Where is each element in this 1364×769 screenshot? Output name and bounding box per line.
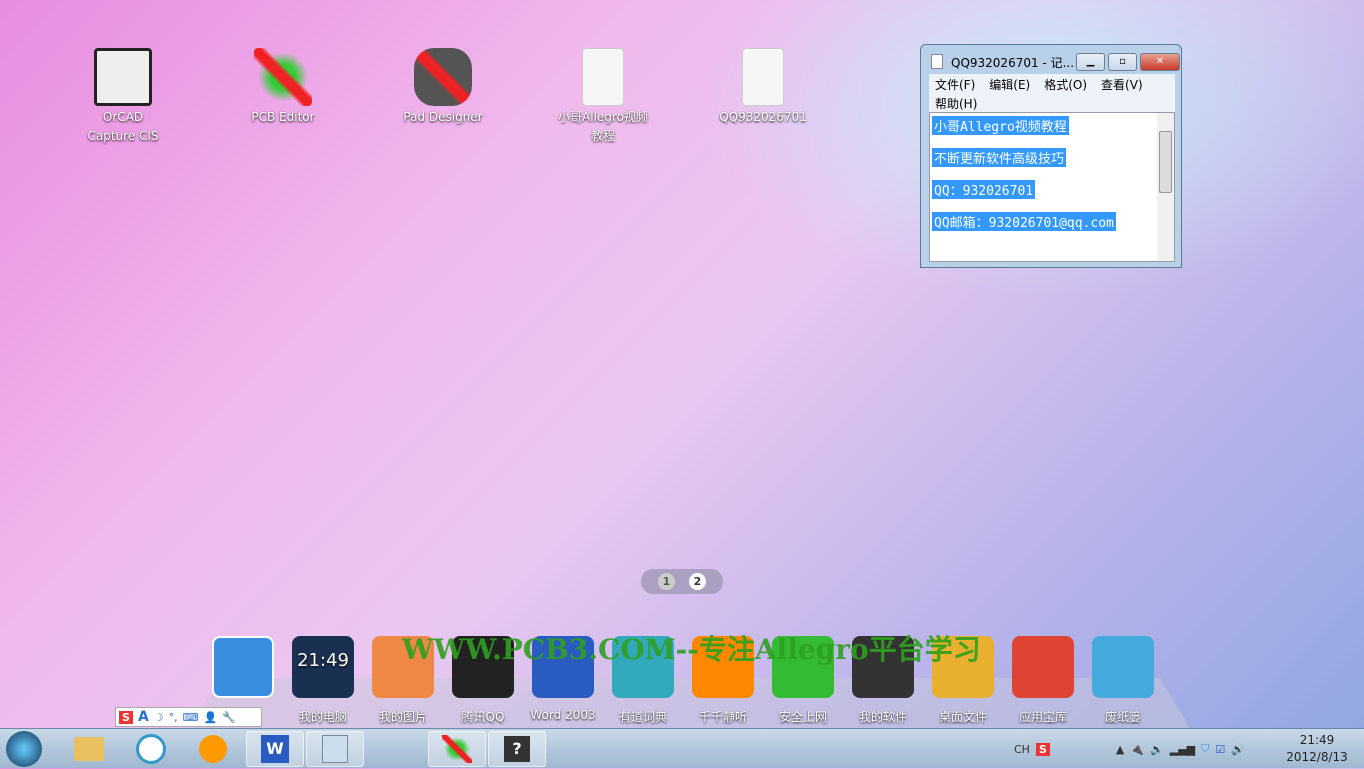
pcb-editor-icon xyxy=(442,735,472,763)
user-icon[interactable]: 👤 xyxy=(204,711,218,724)
taskbar-music-player[interactable] xyxy=(184,731,242,767)
dock-item[interactable]: 废纸篓 xyxy=(1085,636,1161,725)
vertical-scrollbar[interactable] xyxy=(1157,113,1174,261)
minimize-button[interactable]: ▁ xyxy=(1076,53,1105,71)
notepad-icon xyxy=(931,54,943,69)
menu-view[interactable]: 查看(V) xyxy=(1101,78,1143,92)
desktop-icon-pcb-editor[interactable]: PCB Editor xyxy=(238,48,328,127)
keyboard-icon[interactable]: ⌨ xyxy=(183,711,199,724)
menu-file[interactable]: 文件(F) xyxy=(935,78,975,92)
desktop-icon-orcad[interactable]: OrCAD Capture CIS xyxy=(78,48,168,146)
taskbar-explorer[interactable] xyxy=(60,731,118,767)
taskbar-word[interactable]: W xyxy=(246,731,304,767)
security-icon[interactable]: ☑ xyxy=(1215,743,1225,756)
dock-item-label: 有道词典 xyxy=(618,710,667,724)
desktop-icon-video-tutorial[interactable]: 小哥Allegro视频教程 xyxy=(558,48,648,146)
power-icon[interactable]: 🔌 xyxy=(1130,743,1144,756)
browser-icon xyxy=(136,734,166,764)
speaker-icon[interactable]: 🔊 xyxy=(1231,743,1245,756)
pcb-editor-icon xyxy=(254,48,312,106)
page-dot-1[interactable]: 1 xyxy=(658,573,675,590)
window-title: QQ932026701 - 记... xyxy=(951,56,1075,70)
taskbar: W ? CH S ▲ 🔌 🔈 ▂▄▆ ⛉ ☑ 🔊 21:49 2012/8/13 xyxy=(0,728,1364,768)
pad-designer-icon xyxy=(414,48,472,106)
text-line: 不断更新软件高级技巧 xyxy=(932,148,1067,167)
user-icon xyxy=(212,636,274,698)
sogou-icon[interactable]: S xyxy=(119,710,133,724)
text-area[interactable]: 小哥Allegro视频教程 不断更新软件高级技巧 QQ：932026701 QQ… xyxy=(929,112,1175,262)
scrollbar-thumb[interactable] xyxy=(1159,131,1172,193)
close-button[interactable]: ✕ xyxy=(1140,53,1180,71)
ime-toolbar[interactable]: S A ☽ °, ⌨ 👤 🔧 xyxy=(115,707,262,727)
text-file-icon xyxy=(742,48,784,106)
page-dot-2[interactable]: 2 xyxy=(689,573,706,590)
dock-item-label: 安全上网 xyxy=(778,710,827,724)
text-line: QQ：932026701 xyxy=(932,180,1036,199)
dock-item-label: 腾讯QQ xyxy=(461,710,505,724)
notepad-icon xyxy=(322,735,348,763)
dock-item-label: 应用宝库 xyxy=(1018,710,1067,724)
desktop-icon-pad-designer[interactable]: Pad Designer xyxy=(398,48,488,127)
text-line: QQ邮箱：932026701@qq.com xyxy=(932,212,1116,231)
text-line: 小哥Allegro视频教程 xyxy=(932,116,1069,135)
punctuation-icon[interactable]: °, xyxy=(169,711,178,724)
notepad-window[interactable]: QQ932026701 - 记... ▁ ▫ ✕ 文件(F) 编辑(E) 格式(O)… xyxy=(920,44,1182,268)
dock-item-label: 废纸篓 xyxy=(1104,710,1141,724)
dock-item-label: 桌面文件 xyxy=(938,710,987,724)
monitor-clock-icon: 21:49 xyxy=(292,636,354,698)
orcad-icon xyxy=(94,48,152,106)
menu-help[interactable]: 帮助(H) xyxy=(935,97,977,111)
dock-item-label: 我的图片 xyxy=(378,710,427,724)
maximize-button[interactable]: ▫ xyxy=(1108,53,1137,71)
menu-bar: 文件(F) 编辑(E) 格式(O) 查看(V) 帮助(H) xyxy=(929,74,1175,112)
menu-edit[interactable]: 编辑(E) xyxy=(989,78,1030,92)
page-indicator: 1 2 xyxy=(641,569,723,594)
menu-format[interactable]: 格式(O) xyxy=(1044,78,1087,92)
english-mode-icon[interactable]: A xyxy=(138,709,149,725)
taskbar-pcb-editor[interactable] xyxy=(428,731,486,767)
dock-item-label: 我的软件 xyxy=(858,710,907,724)
wrench-icon[interactable]: 🔧 xyxy=(222,711,236,724)
recycle-bin-icon xyxy=(1092,636,1154,698)
watermark-text: WWW.PCB3.COM--专注Allegro平台学习 xyxy=(402,633,981,666)
sogou-tray-icon[interactable]: S xyxy=(1035,742,1050,756)
start-button[interactable] xyxy=(6,731,42,767)
desktop-icon-qq-file[interactable]: QQ932026701 xyxy=(718,48,808,127)
dock-item[interactable] xyxy=(205,636,281,708)
dock-item-label: Word 2003 xyxy=(530,708,596,722)
music-player-icon xyxy=(199,735,227,763)
show-hidden-icons[interactable]: ▲ xyxy=(1116,743,1124,756)
dock-item-label: 千千静听 xyxy=(698,710,747,724)
text-file-icon xyxy=(582,48,624,106)
system-tray: CH S ▲ 🔌 🔈 ▂▄▆ ⛉ ☑ 🔊 xyxy=(1014,729,1245,769)
volume-icon[interactable]: 🔈 xyxy=(1150,743,1164,756)
help-icon: ? xyxy=(504,736,530,762)
taskbar-help[interactable]: ? xyxy=(488,731,546,767)
taskbar-sogou-browser[interactable] xyxy=(122,731,180,767)
taskbar-notepad[interactable] xyxy=(306,731,364,767)
folder-icon xyxy=(74,737,104,761)
app-store-icon xyxy=(1012,636,1074,698)
clock-time: 21:49 xyxy=(1299,733,1335,747)
dock-item-label: 我的电脑 xyxy=(298,710,347,724)
network-icon[interactable]: ▂▄▆ xyxy=(1170,743,1195,756)
clock[interactable]: 21:49 2012/8/13 xyxy=(1278,732,1356,766)
language-indicator[interactable]: CH xyxy=(1014,743,1030,756)
clock-date: 2012/8/13 xyxy=(1286,750,1348,764)
shield-icon[interactable]: ⛉ xyxy=(1201,742,1209,756)
word-icon: W xyxy=(261,735,289,763)
dock-item[interactable]: 应用宝库 xyxy=(1005,636,1081,725)
moon-icon[interactable]: ☽ xyxy=(154,711,164,724)
dock-item[interactable]: 21:49 我的电脑 xyxy=(285,636,361,725)
